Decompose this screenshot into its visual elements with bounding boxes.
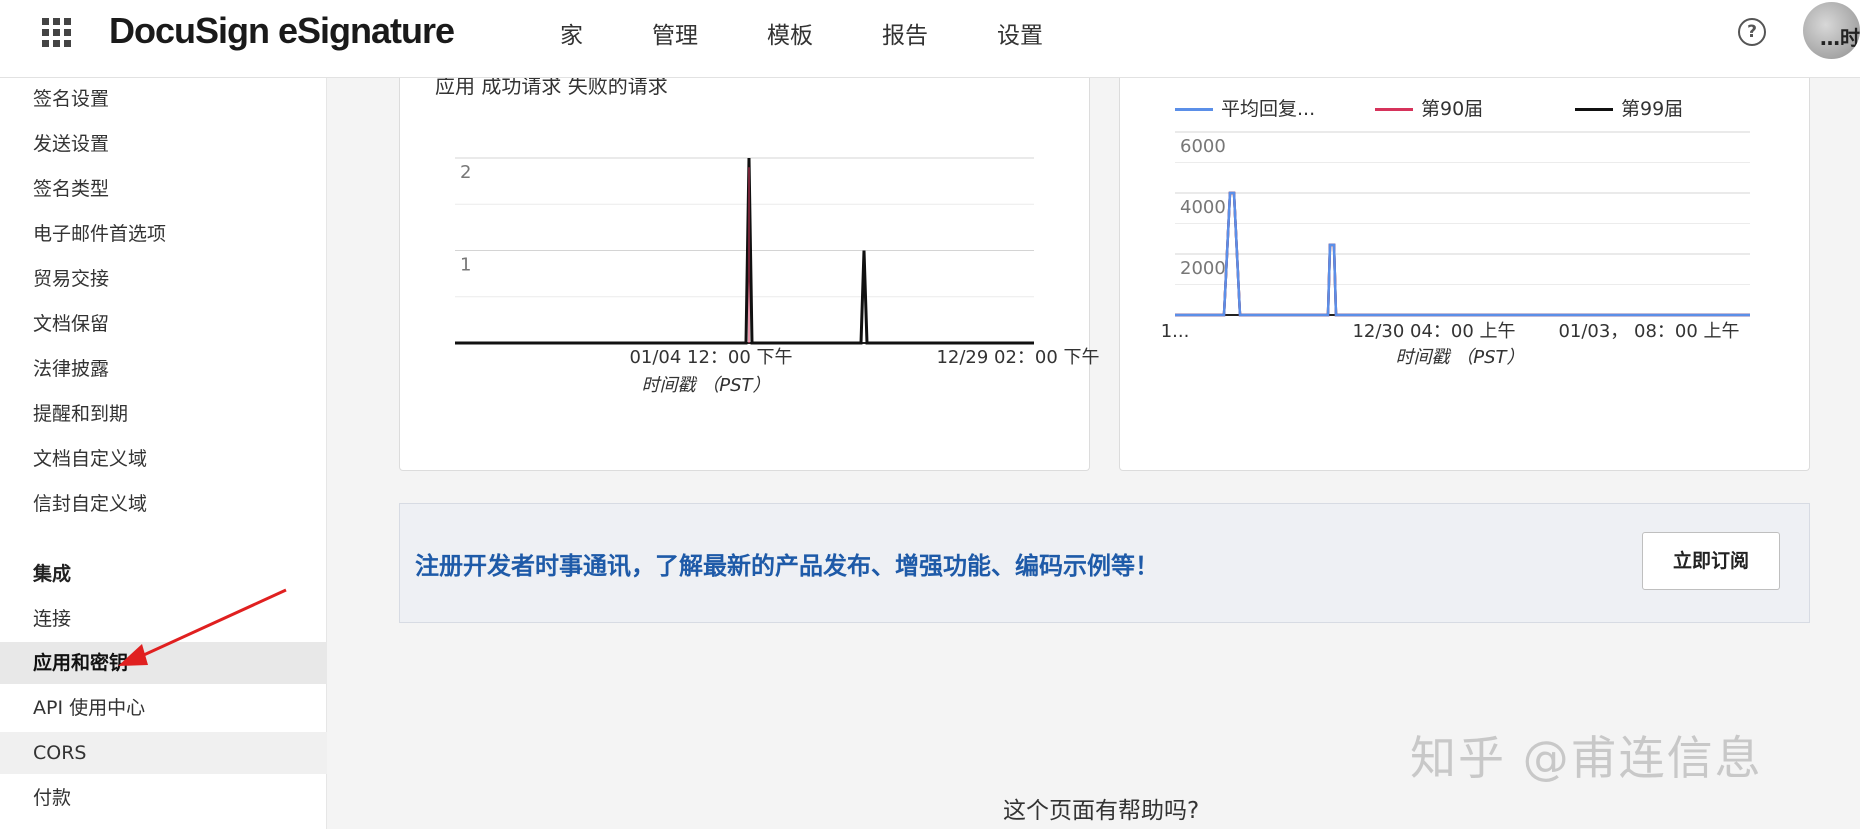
app-launcher-grid-icon[interactable] [40,16,74,50]
top-navigation-bar: DocuSign eSignature 家 管理 模板 报告 设置 ? …时 [0,0,1860,78]
sidebar-item-document-retention[interactable]: 文档保留 [0,303,327,345]
sidebar-item-reminders-expiration[interactable]: 提醒和到期 [0,393,327,435]
sidebar-item-transfers[interactable]: 贸易交接 [0,258,327,300]
sidebar-heading-integrations: 集成 [33,563,72,585]
y-tick-label: 4000 [1180,197,1226,218]
nav-templates[interactable]: 模板 [767,16,813,50]
y-tick-label: 6000 [1180,136,1226,157]
y-tick-label: 2 [460,162,471,183]
sidebar-item-email-preferences[interactable]: 电子邮件首选项 [0,213,327,255]
nav-settings[interactable]: 设置 [997,16,1043,50]
x-axis-title: 时间戳 （PST） [642,375,771,396]
subscribe-button[interactable]: 立即订阅 [1642,532,1780,590]
requests-line-chart: 1 2 01/04 12：00 下午 12/29 02：00 下午时间戳 （PST） [455,157,1100,396]
x-tick-label: 01/04 12：00 下午 [629,347,792,368]
y-tick-label: 1 [460,255,471,276]
sidebar-item-cors[interactable]: CORS [0,732,327,774]
sidebar-item-payments[interactable]: 付款 [0,777,327,819]
page-helpful-question: 这个页面有帮助吗? [1003,798,1200,824]
response-time-chart-card: 平均回复... 第90届 第99届 2000 4000 6000 1... 12/30 04… [1119,78,1810,471]
x-tick-label: 01/03， 08：00 上午 [1558,321,1739,342]
sidebar-item-signing-settings[interactable]: 签名设置 [0,78,327,120]
requests-chart-card: 应用 成功请求 失败的请求 1 2 01/04 12：00 下午 12/29 02：0… [399,74,1100,471]
developer-newsletter-banner: 注册开发者时事通讯，了解最新的产品发布、增强功能、编码示例等！ [399,503,1810,623]
sidebar-item-api-usage-center[interactable]: API 使用中心 [0,687,327,729]
x-tick-label: 12/29 02：00 下午 [936,347,1099,368]
sidebar-item-envelope-custom-fields[interactable]: 信封自定义域 [0,483,327,525]
nav-reports[interactable]: 报告 [882,16,928,50]
settings-sidebar: 签名设置 发送设置 签名类型 电子邮件首选项 贸易交接 文档保留 法律披露 提醒… [0,78,327,829]
sidebar-item-legal-disclosure[interactable]: 法律披露 [0,348,327,390]
x-axis-title: 时间戳 （PST） [1396,347,1525,368]
nav-manage[interactable]: 管理 [652,16,698,50]
x-tick-label: 1... [1161,321,1190,342]
newsletter-banner-text: 注册开发者时事通讯，了解最新的产品发布、增强功能、编码示例等！ [415,552,1159,580]
sidebar-item-connect[interactable]: 连接 [0,598,327,640]
nav-home[interactable]: 家 [560,16,583,50]
sidebar-item-sending-settings[interactable]: 发送设置 [0,123,327,165]
y-tick-label: 2000 [1180,258,1226,279]
help-icon[interactable]: ? [1738,18,1766,46]
response-time-line-chart: 2000 4000 6000 1... 12/30 04：00 上午 01/03， 08：… [1161,131,1750,368]
docusign-logo[interactable]: DocuSign eSignature [109,10,455,52]
sidebar-item-document-custom-fields[interactable]: 文档自定义域 [0,438,327,480]
zhihu-watermark: 知乎 @甫连信息 [1410,731,1763,785]
sidebar-item-signature-types[interactable]: 签名类型 [0,168,327,210]
main-nav: 家 管理 模板 报告 设置 [560,16,1112,50]
user-avatar[interactable]: …时 [1803,2,1860,59]
x-tick-label: 12/30 04：00 上午 [1352,321,1515,342]
avatar-initials: …时 [1820,26,1860,50]
sidebar-item-apps-and-keys[interactable]: 应用和密钥 [0,642,327,684]
